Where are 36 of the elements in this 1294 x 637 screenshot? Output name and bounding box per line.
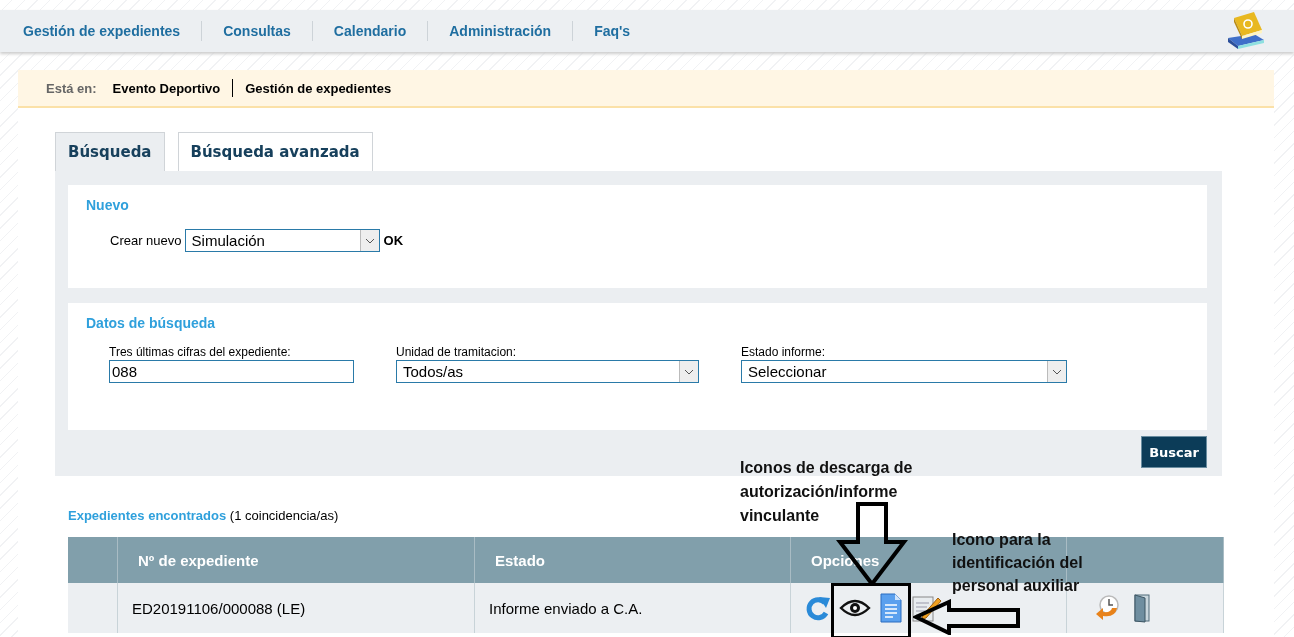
nav-link[interactable]: Administración: [449, 23, 552, 39]
tab[interactable]: Búsqueda: [55, 132, 165, 171]
clock-undo-icon[interactable]: [1095, 594, 1121, 622]
field-label: Tres últimas cifras del expediente:: [109, 345, 292, 359]
breadcrumb-link[interactable]: Gestión de expedientes: [245, 80, 392, 96]
results-title: Expedientes encontrados: [68, 508, 227, 523]
chevron-down-icon: [364, 237, 375, 244]
chevron-down-icon: [684, 368, 694, 375]
nav-link[interactable]: Calendario: [333, 23, 407, 39]
table-cell: Informe enviado a C.A.: [474, 583, 791, 633]
nav-link[interactable]: Faq's: [594, 23, 631, 39]
field-label: Crear nuevo: [110, 233, 182, 248]
results-count: (1 coincidencia/as): [229, 508, 339, 523]
nav-link[interactable]: Consultas: [223, 23, 291, 39]
select-field[interactable]: Seleccionar: [741, 360, 1067, 383]
type-select[interactable]: Simulación: [184, 229, 380, 252]
field-label: Unidad de tramitacion:: [396, 345, 518, 359]
breadcrumb-label: Está en:: [46, 80, 97, 96]
search-button[interactable]: Buscar: [1141, 436, 1207, 468]
section-title: Nuevo: [86, 197, 130, 213]
document-icon[interactable]: [879, 593, 903, 623]
ok-link[interactable]: OK: [383, 233, 404, 248]
table-cell: ED20191106/000088 (LE): [117, 583, 475, 633]
tab[interactable]: Búsqueda avanzada: [177, 132, 373, 171]
annotation-text: Iconos de descarga de autorización/informe vinculante: [740, 458, 914, 526]
input-field[interactable]: 088: [109, 360, 354, 383]
select-field[interactable]: Todos/as: [396, 360, 699, 383]
field-label: Estado informe:: [741, 345, 827, 359]
edit-note-icon[interactable]: [911, 593, 943, 623]
breadcrumb-link[interactable]: Evento Deportivo: [112, 80, 221, 96]
eye-icon[interactable]: [839, 598, 871, 618]
chevron-down-icon: [1052, 368, 1062, 375]
door-icon[interactable]: [1133, 593, 1151, 623]
nav-link[interactable]: Gestión de expedientes: [23, 23, 181, 39]
refresh-icon[interactable]: [805, 594, 831, 622]
section-title: Datos de búsqueda: [86, 315, 217, 331]
